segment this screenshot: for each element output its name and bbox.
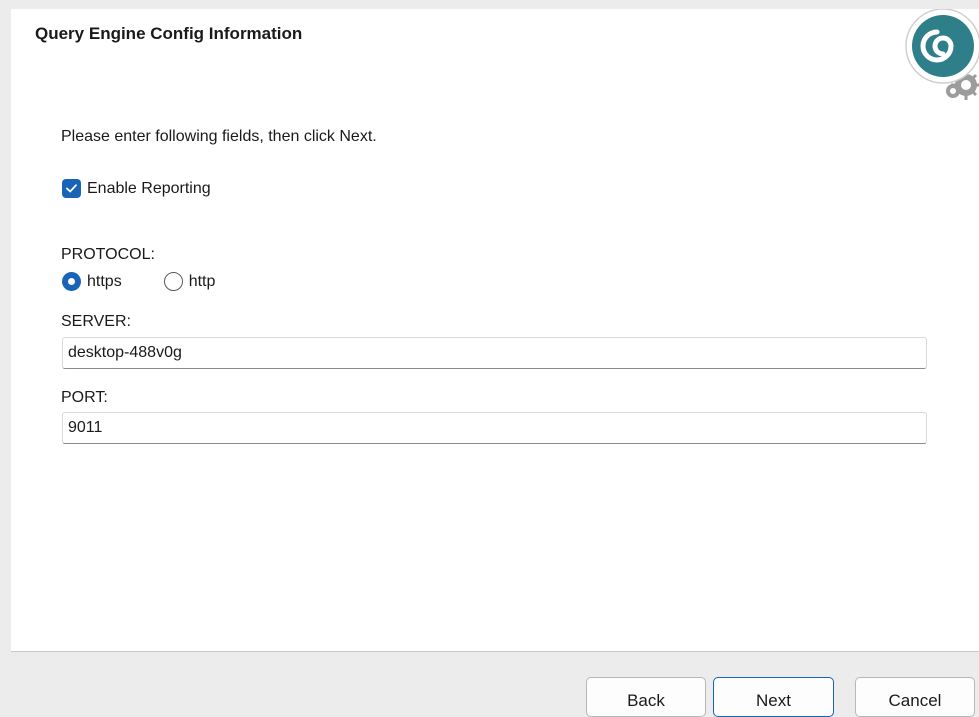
spiral-gears-logo-icon bbox=[898, 9, 979, 104]
wizard-panel: Query Engine Config Information Please e… bbox=[11, 9, 979, 651]
port-label: PORT: bbox=[61, 389, 108, 406]
footer-divider bbox=[11, 651, 979, 652]
page-title: Query Engine Config Information bbox=[35, 24, 303, 43]
port-input[interactable] bbox=[62, 412, 927, 444]
protocol-label: PROTOCOL: bbox=[61, 246, 155, 263]
radio-unselected-icon[interactable] bbox=[163, 272, 183, 291]
next-button[interactable]: Next bbox=[713, 677, 834, 717]
checkmark-icon[interactable] bbox=[62, 179, 81, 198]
protocol-https-label: https bbox=[87, 272, 122, 290]
protocol-http-radio[interactable]: http bbox=[163, 272, 216, 291]
cancel-button[interactable]: Cancel bbox=[855, 677, 975, 717]
enable-reporting-label: Enable Reporting bbox=[87, 179, 211, 197]
server-label: SERVER: bbox=[61, 313, 131, 330]
protocol-radio-group: https http bbox=[62, 272, 257, 291]
back-button[interactable]: Back bbox=[586, 677, 706, 717]
server-input[interactable] bbox=[62, 337, 927, 369]
instructions-text: Please enter following fields, then clic… bbox=[61, 128, 377, 145]
protocol-https-radio[interactable]: https bbox=[62, 272, 122, 291]
enable-reporting-checkbox[interactable]: Enable Reporting bbox=[62, 179, 211, 198]
radio-selected-icon[interactable] bbox=[62, 272, 81, 291]
protocol-http-label: http bbox=[188, 272, 216, 290]
